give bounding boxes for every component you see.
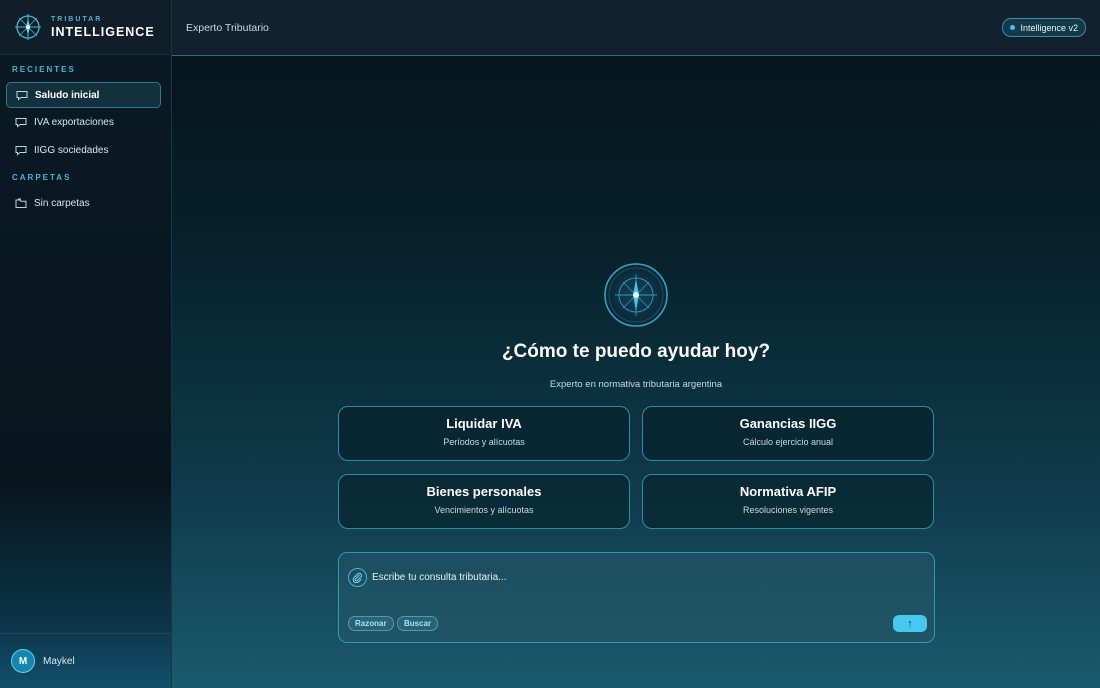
sidebar-item-label: Saludo inicial (35, 89, 100, 101)
page-title: Experto Tributario (186, 21, 269, 34)
folders-section-title: CARPETAS (12, 173, 72, 182)
card-normativa-afip[interactable]: Normativa AFIP Resoluciones vigentes (642, 474, 934, 529)
version-label: Intelligence v2 (1020, 22, 1078, 33)
sidebar-item-label: IIGG sociedades (34, 144, 109, 156)
sidebar-item-iigg-sociedades[interactable]: IIGG sociedades (6, 137, 161, 163)
card-subtitle: Períodos y alícuotas (443, 437, 525, 447)
sidebar: TRIBUTAR INTELLIGENCE RECIENTES Saludo i… (0, 0, 172, 688)
recent-section-title: RECIENTES (12, 65, 76, 74)
chat-bubble-icon (15, 144, 28, 156)
brand-name: INTELLIGENCE (51, 24, 155, 39)
avatar[interactable]: M (11, 649, 35, 673)
consulta-input[interactable] (372, 569, 872, 585)
sidebar-item-label: Sin carpetas (34, 197, 90, 209)
folder-icon (15, 197, 28, 209)
brand[interactable]: TRIBUTAR INTELLIGENCE (0, 0, 171, 55)
send-button[interactable]: ↑ (893, 615, 927, 632)
card-bienes-personales[interactable]: Bienes personales Vencimientos y alícuot… (338, 474, 630, 529)
attach-button[interactable] (348, 568, 367, 587)
compass-logo-icon (15, 14, 41, 40)
status-dot-icon (1010, 25, 1016, 30)
razonar-toggle[interactable]: Razonar (348, 616, 394, 631)
brand-tagline: TRIBUTAR (51, 15, 103, 23)
card-title: Liquidar IVA (446, 416, 522, 431)
sidebar-item-iva-exportaciones[interactable]: IVA exportaciones (6, 110, 161, 136)
hero-title: ¿Cómo te puedo ayudar hoy? (501, 341, 771, 362)
card-liquidar-iva[interactable]: Liquidar IVA Períodos y alícuotas (338, 406, 630, 461)
main-panel: Experto Tributario Intelligence v2 ¿Cómo… (172, 0, 1100, 688)
card-subtitle: Resoluciones vigentes (742, 505, 834, 515)
sidebar-item-saludo-inicial[interactable]: Saludo inicial (6, 82, 161, 108)
card-ganancias-iigg[interactable]: Ganancias IIGG Cálculo ejercicio anual (642, 406, 934, 461)
composer: Razonar Buscar ↑ (338, 552, 935, 643)
card-subtitle: Vencimientos y alícuotas (434, 505, 534, 515)
paperclip-icon (352, 572, 362, 583)
compass-emblem-icon (604, 263, 668, 327)
card-subtitle: Cálculo ejercicio anual (742, 437, 834, 447)
hero-subtitle: Experto en normativa tributaria argentin… (549, 379, 723, 390)
card-title: Bienes personales (426, 484, 542, 499)
card-title: Normativa AFIP (739, 484, 837, 499)
sidebar-item-label: IVA exportaciones (34, 117, 114, 128)
arrow-up-icon: ↑ (907, 617, 913, 630)
sidebar-item-sin-carpetas[interactable]: Sin carpetas (6, 190, 161, 216)
chat-bubble-icon (15, 117, 28, 129)
card-title: Ganancias IIGG (739, 416, 837, 431)
chat-bubble-icon (16, 89, 29, 101)
version-badge[interactable]: Intelligence v2 (1002, 18, 1086, 37)
top-bar: Experto Tributario Intelligence v2 (172, 0, 1100, 56)
user-profile[interactable]: M Maykel (0, 633, 171, 688)
user-name: Maykel (43, 655, 75, 667)
buscar-toggle[interactable]: Buscar (397, 616, 439, 631)
